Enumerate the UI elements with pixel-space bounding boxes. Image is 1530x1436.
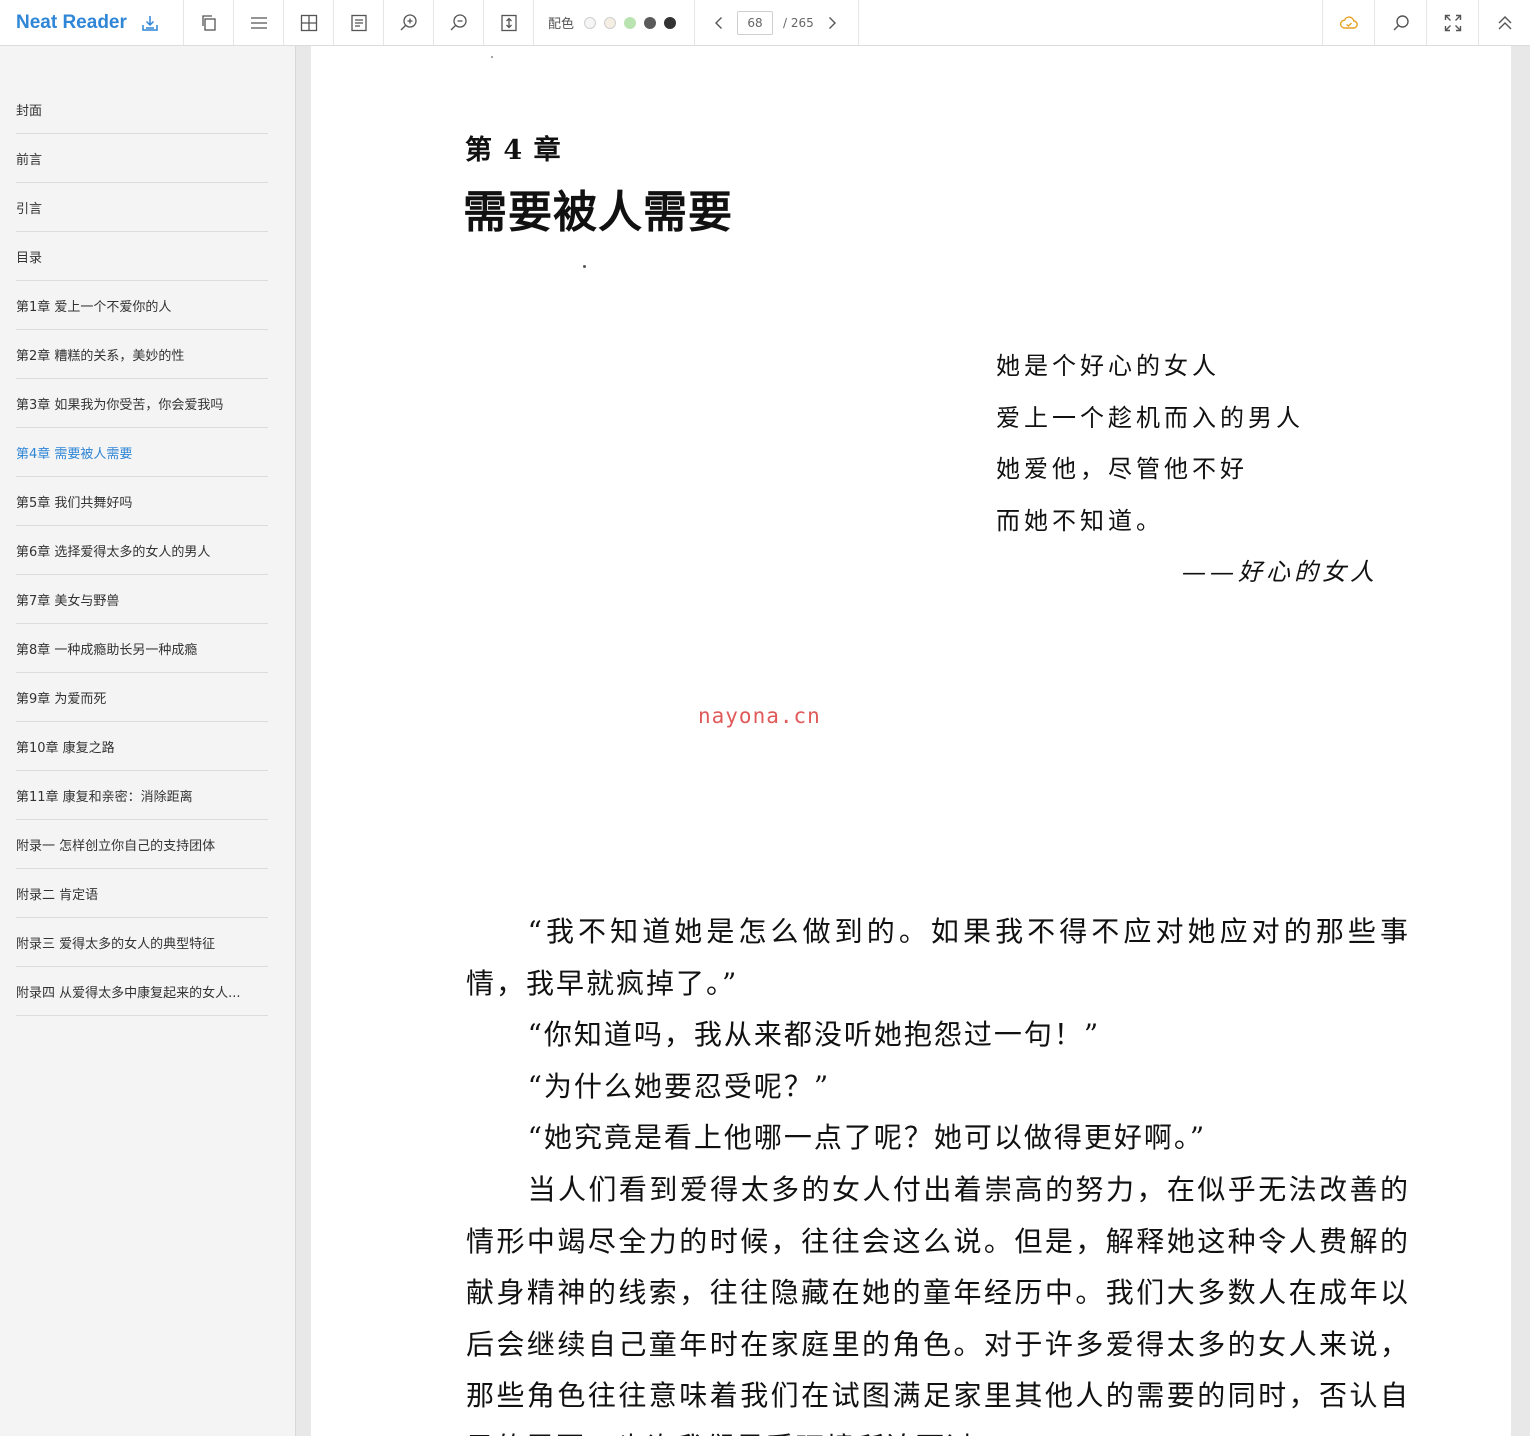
double-chevron-up-icon	[1498, 15, 1511, 29]
chapter-number: 第 4 章	[465, 135, 562, 166]
grid-icon	[300, 14, 317, 31]
page-speck	[583, 265, 586, 268]
theme-color-green[interactable]	[624, 16, 637, 29]
toc-item[interactable]: 第9章 为爱而死	[16, 673, 268, 722]
epigraph-line: 她爱他，尽管他不好	[996, 455, 1248, 483]
layout-button[interactable]	[284, 0, 334, 45]
cloud-icon	[1339, 15, 1358, 29]
book-page: 第 4 章 需要被人需要 她是个好心的女人 爱上一个趁机而入的男人 她爱他，尽管…	[311, 46, 1511, 1436]
color-theme-group: 配色	[534, 0, 696, 45]
theme-color-dark[interactable]	[664, 16, 677, 29]
paragraph: 当人们看到爱得太多的女人付出着崇高的努力，在似乎无法改善的情形中竭尽全力的时候，…	[466, 1172, 1410, 1436]
zoom-out-icon	[450, 13, 467, 30]
theme-color-sepia[interactable]	[604, 16, 617, 29]
collapse-toolbar-button[interactable]	[1478, 0, 1530, 45]
paragraph: “她究竟是看上他哪一点了呢？她可以做得更好啊。”	[527, 1121, 1207, 1155]
cloud-sync-button[interactable]	[1322, 0, 1374, 45]
copy-icon	[201, 14, 216, 31]
zoom-in-button[interactable]	[384, 0, 434, 45]
bookshelf-button[interactable]	[184, 0, 234, 45]
toc-item[interactable]: 第5章 我们共舞好吗	[16, 477, 268, 526]
theme-label: 配色	[548, 17, 575, 32]
watermark: nayona.cn	[698, 704, 821, 728]
toc-item[interactable]: 第7章 美女与野兽	[16, 575, 268, 624]
next-page-button[interactable]	[824, 15, 840, 31]
fullscreen-button[interactable]	[1426, 0, 1478, 45]
epigraph: 她是个好心的女人 爱上一个趁机而入的男人 她爱他，尽管他不好 而她不知道。 ——…	[996, 346, 1374, 586]
total-pages: / 265	[783, 15, 814, 30]
epigraph-line: 而她不知道。	[996, 506, 1164, 535]
toc-button[interactable]	[234, 0, 284, 45]
paragraph: “你知道吗，我从来都没听她抱怨过一句！”	[527, 1018, 1101, 1052]
toc-item[interactable]: 第4章 需要被人需要	[16, 428, 268, 477]
toc-sidebar: 封面 前言 引言 目录 第1章 爱上一个不爱你的人 第2章 糟糕的关系，美妙的性 第3章 如…	[0, 46, 296, 1436]
toc-item[interactable]: 附录四 从爱得太多中康复起来的女人...	[16, 967, 268, 1016]
toc-item[interactable]: 第8章 一种成瘾助长另一种成瘾	[16, 624, 268, 673]
toc-item[interactable]: 封面	[16, 85, 268, 134]
toc-item[interactable]: 第2章 糟糕的关系，美妙的性	[16, 330, 268, 379]
import-book-icon[interactable]	[141, 14, 159, 32]
toc-item[interactable]: 第1章 爱上一个不爱你的人	[16, 281, 268, 330]
toc-item[interactable]: 第10章 康复之路	[16, 722, 268, 771]
toc-item[interactable]: 第3章 如果我为你受苦，你会爱我吗	[16, 379, 268, 428]
toc-item[interactable]: 附录二 肯定语	[16, 869, 268, 918]
page-navigator: 68 / 265	[695, 0, 859, 45]
toc-item[interactable]: 前言	[16, 134, 268, 183]
current-page-input[interactable]: 68	[737, 10, 774, 35]
toc-list: 封面 前言 引言 目录 第1章 爱上一个不爱你的人 第2章 糟糕的关系，美妙的性 第3章 如…	[16, 85, 268, 1016]
toc-item[interactable]: 第11章 康复和亲密：消除距离	[16, 771, 268, 820]
chapter-body: “我不知道她是怎么做到的。如果我不得不应对她应对的那些事情，我早就疯掉了。” “…	[466, 906, 1410, 1436]
prev-page-button[interactable]	[711, 15, 727, 31]
toc-item[interactable]: 附录三 爱得太多的女人的典型特征	[16, 918, 268, 967]
toc-item[interactable]: 第6章 选择爱得太多的女人的男人	[16, 526, 268, 575]
paragraph: “我不知道她是怎么做到的。如果我不得不应对她应对的那些事情，我早就疯掉了。”	[466, 915, 1410, 1000]
epigraph-line: 她是个好心的女人	[996, 352, 1220, 380]
chevron-left-icon	[715, 16, 723, 29]
notes-button[interactable]	[334, 0, 384, 45]
theme-color-gray[interactable]	[644, 16, 657, 29]
chevron-right-icon	[828, 16, 836, 29]
brand: Neat Reader	[0, 0, 184, 45]
toc-item[interactable]: 附录一 怎样创立你自己的支持团体	[16, 820, 268, 869]
search-icon	[1393, 14, 1409, 30]
search-button[interactable]	[1374, 0, 1426, 45]
page-speck	[491, 56, 493, 58]
app-name: Neat Reader	[16, 11, 127, 33]
fit-height-icon	[500, 14, 517, 31]
fit-height-button[interactable]	[484, 0, 534, 45]
toolbar: Neat Reader 配色 68 / 265	[0, 0, 1530, 46]
paragraph: “为什么她要忍受呢？”	[527, 1069, 831, 1103]
zoom-out-button[interactable]	[434, 0, 484, 45]
chapter-title: 需要被人需要	[463, 187, 733, 238]
epigraph-source: ——好心的女人	[1182, 558, 1378, 586]
zoom-in-icon	[400, 13, 417, 30]
epigraph-line: 爱上一个趁机而入的男人	[996, 403, 1304, 432]
menu-icon	[250, 16, 267, 29]
toc-item[interactable]: 引言	[16, 183, 268, 232]
document-icon	[350, 14, 367, 31]
toc-item[interactable]: 目录	[16, 232, 268, 281]
theme-color-white[interactable]	[584, 16, 597, 29]
fullscreen-icon	[1444, 14, 1461, 31]
